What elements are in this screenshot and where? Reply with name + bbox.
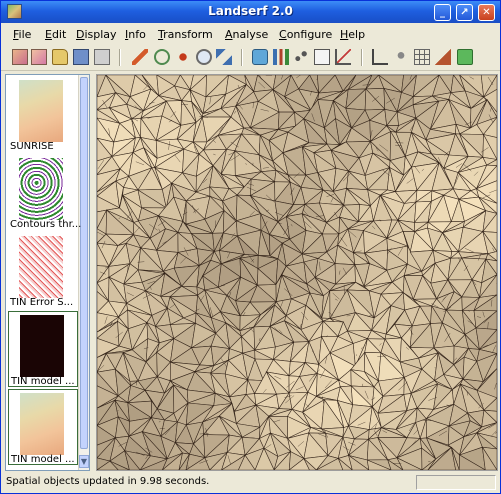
tin-mesh-map[interactable] xyxy=(97,75,497,470)
layer-thumbnail[interactable]: TIN Error S... xyxy=(8,233,78,309)
menu-display[interactable]: Display xyxy=(76,28,117,41)
open-folder-icon[interactable] xyxy=(52,49,68,65)
menu-edit[interactable]: Edit xyxy=(45,28,66,41)
app-window: Landserf 2.0 _ ↗ ✕ File Edit Display Inf… xyxy=(0,0,501,494)
close-button[interactable]: ✕ xyxy=(478,4,495,21)
status-field xyxy=(416,475,496,490)
menu-info[interactable]: Info xyxy=(125,28,146,41)
scroll-down-button[interactable]: ▼ xyxy=(79,455,89,468)
terrain-icon[interactable] xyxy=(435,49,451,65)
points-icon[interactable] xyxy=(393,49,409,65)
angle-icon[interactable] xyxy=(372,49,388,65)
layer-thumbnail[interactable]: TIN model ... xyxy=(8,311,78,387)
toolbar-separator xyxy=(361,49,363,66)
layer-thumbnail[interactable]: Contours thr... xyxy=(8,155,82,231)
layer-thumbnail[interactable]: TIN model ... xyxy=(8,389,78,465)
window-title: Landserf 2.0 xyxy=(208,4,293,18)
thumbnail-image xyxy=(19,236,63,298)
status-bar: Spatial objects updated in 9.98 seconds. xyxy=(1,473,500,493)
toolbar xyxy=(1,45,500,71)
thumbnail-label: TIN model ... xyxy=(11,454,75,465)
toolbar-separator xyxy=(119,49,121,66)
bar-chart-icon[interactable] xyxy=(273,49,289,65)
pan-icon[interactable] xyxy=(175,49,191,65)
menu-file[interactable]: File xyxy=(13,28,31,41)
link-icon[interactable] xyxy=(216,49,232,65)
menu-bar: File Edit Display Info Transform Analyse… xyxy=(1,23,500,45)
menu-configure[interactable]: Configure xyxy=(279,28,332,41)
thumbnail-label: Contours thr... xyxy=(10,219,82,230)
scatter-plot-icon[interactable] xyxy=(293,49,309,65)
comment-icon[interactable] xyxy=(252,49,268,65)
title-bar[interactable]: Landserf 2.0 _ ↗ ✕ xyxy=(1,1,500,23)
layer-thumbnail-panel: ▼ SUNRISE Contours thr... TIN Error S... TI… xyxy=(5,74,90,471)
scrollbar-thumb[interactable] xyxy=(80,77,88,449)
thumbnail-label: TIN model ... xyxy=(11,376,75,387)
query-icon[interactable] xyxy=(314,49,330,65)
thumbnail-label: SUNRISE xyxy=(10,141,54,152)
thumbnail-image xyxy=(19,158,63,220)
print-icon[interactable] xyxy=(94,49,110,65)
zoom-icon[interactable] xyxy=(196,49,212,65)
thumbnail-label: TIN Error S... xyxy=(10,297,74,308)
thumbnail-image xyxy=(20,393,64,455)
grid-icon[interactable] xyxy=(414,49,430,65)
layer-thumbnail[interactable]: SUNRISE xyxy=(8,77,78,153)
thumbnail-image xyxy=(20,315,64,377)
edit-pencil-icon[interactable] xyxy=(132,49,148,65)
line-graph-icon[interactable] xyxy=(335,49,351,65)
new-raster-icon[interactable] xyxy=(12,49,28,65)
refresh-icon[interactable] xyxy=(154,49,170,65)
maximize-button[interactable]: ↗ xyxy=(456,4,473,21)
menu-analyse[interactable]: Analyse xyxy=(225,28,268,41)
menu-help[interactable]: Help xyxy=(340,28,365,41)
menu-transform[interactable]: Transform xyxy=(158,28,213,41)
help-icon[interactable] xyxy=(457,49,473,65)
thumbnail-scrollbar[interactable]: ▼ xyxy=(78,75,89,470)
new-vector-icon[interactable] xyxy=(31,49,47,65)
save-icon[interactable] xyxy=(73,49,89,65)
tin-triangles xyxy=(97,75,497,470)
status-message: Spatial objects updated in 9.98 seconds. xyxy=(6,476,210,487)
toolbar-separator xyxy=(241,49,243,66)
map-canvas[interactable] xyxy=(96,74,498,471)
thumbnail-image xyxy=(19,80,63,142)
minimize-button[interactable]: _ xyxy=(434,4,451,21)
